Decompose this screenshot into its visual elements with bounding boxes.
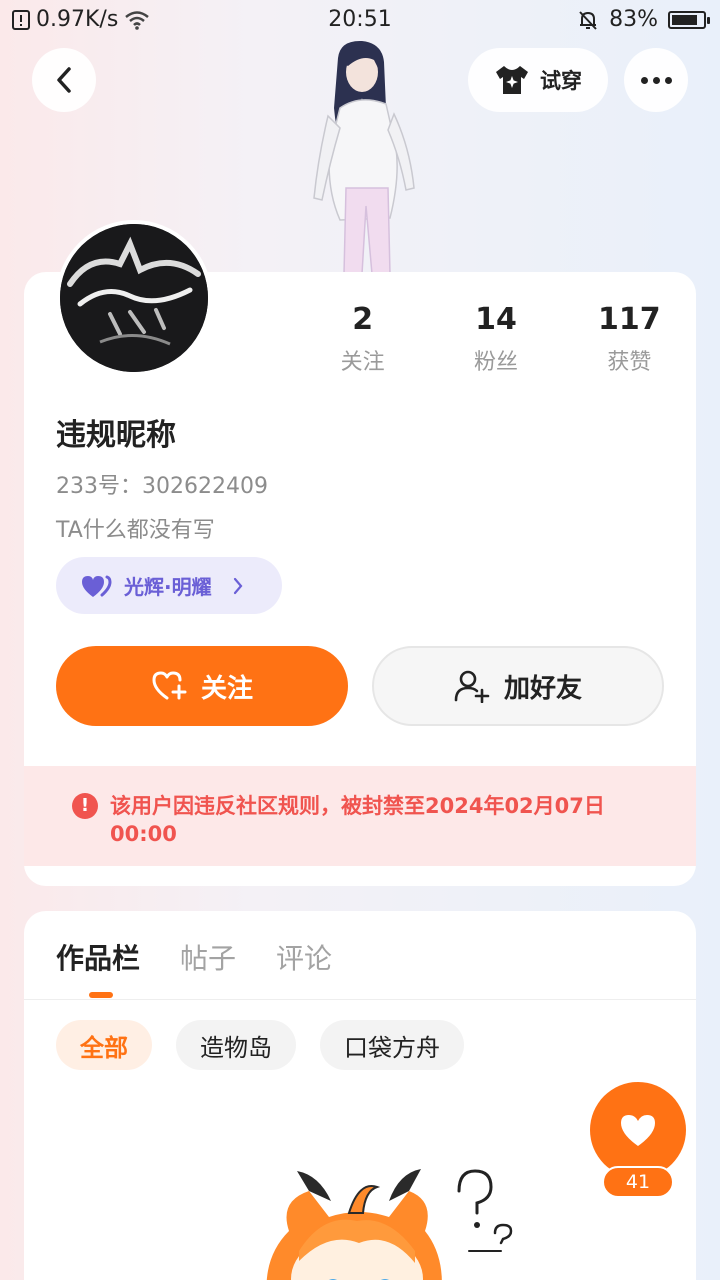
tshirt-sparkle-icon: [496, 66, 528, 94]
character-avatar-figure[interactable]: [300, 38, 420, 274]
ban-notice: ! 该用户因违反社区规则，被封禁至2024年02月07日 00:00: [24, 766, 696, 866]
like-button[interactable]: [590, 1082, 686, 1178]
follow-button[interactable]: 关注: [56, 646, 348, 726]
stat-likes[interactable]: 117 获赞: [563, 302, 696, 376]
status-right: 83%: [577, 7, 710, 32]
chevron-right-icon: [233, 577, 243, 594]
likes-count: 117: [598, 302, 661, 337]
tab-divider: [24, 999, 696, 1000]
title-badge[interactable]: 光辉·明耀: [56, 557, 282, 614]
battery-fill: [672, 14, 697, 25]
works-card: 作品栏 帖子 评论 全部 造物岛 口袋方舟: [24, 911, 696, 1280]
following-count: 2: [352, 302, 374, 337]
empty-state-mascot: [266, 1169, 513, 1280]
status-bar: 0.97K/s 20:51 83%: [0, 0, 720, 40]
try-on-button[interactable]: 试穿: [468, 48, 608, 112]
stat-followers[interactable]: 14 粉丝: [429, 302, 562, 376]
profile-card: 2 关注 14 粉丝 117 获赞 违规昵称 233号：302622409 TA…: [24, 220, 696, 886]
content-tabs: 作品栏 帖子 评论: [56, 937, 332, 977]
bio: TA什么都没有写: [56, 518, 215, 543]
badge-label: 光辉·明耀: [124, 575, 212, 599]
chevron-left-icon: [57, 67, 71, 93]
add-friend-label: 加好友: [503, 673, 582, 704]
back-button[interactable]: [32, 48, 96, 112]
heart-icon: [621, 1115, 655, 1146]
battery-icon: [668, 10, 710, 29]
followers-count: 14: [475, 302, 517, 337]
following-label: 关注: [340, 350, 385, 375]
avatar[interactable]: [56, 220, 212, 376]
avatar-image: [60, 224, 208, 372]
user-id: 233号：302622409: [56, 474, 268, 499]
user-plus-icon: [454, 670, 490, 703]
heart-badge-icon: [82, 575, 112, 597]
likes-label: 获赞: [607, 350, 652, 375]
followers-label: 粉丝: [473, 350, 518, 375]
active-tab-indicator: [89, 992, 113, 998]
more-dots-icon: [640, 76, 672, 84]
like-count: 41: [602, 1166, 674, 1198]
battery-percent: 83%: [609, 7, 658, 32]
more-options-button[interactable]: [624, 48, 688, 112]
stats-row: 2 关注 14 粉丝 117 获赞: [296, 302, 696, 376]
filter-chips: 全部 造物岛 口袋方舟: [56, 1020, 464, 1070]
try-on-label: 试穿: [540, 69, 582, 93]
tab-comments[interactable]: 评论: [276, 937, 332, 977]
stat-following[interactable]: 2 关注: [296, 302, 429, 376]
warning-icon: !: [72, 793, 98, 819]
nickname: 违规昵称: [56, 418, 176, 453]
add-friend-button[interactable]: 加好友: [372, 646, 664, 726]
follow-label: 关注: [200, 673, 253, 704]
ban-notice-text: 该用户因违反社区规则，被封禁至2024年02月07日 00:00: [110, 794, 605, 846]
tab-works[interactable]: 作品栏: [56, 937, 140, 977]
chip-all[interactable]: 全部: [56, 1020, 152, 1070]
chip-pocket-ark[interactable]: 口袋方舟: [320, 1020, 464, 1070]
chip-creation-island[interactable]: 造物岛: [176, 1020, 296, 1070]
tab-posts[interactable]: 帖子: [180, 937, 236, 977]
heart-plus-icon: [152, 671, 187, 700]
bell-muted-icon: [579, 10, 597, 30]
